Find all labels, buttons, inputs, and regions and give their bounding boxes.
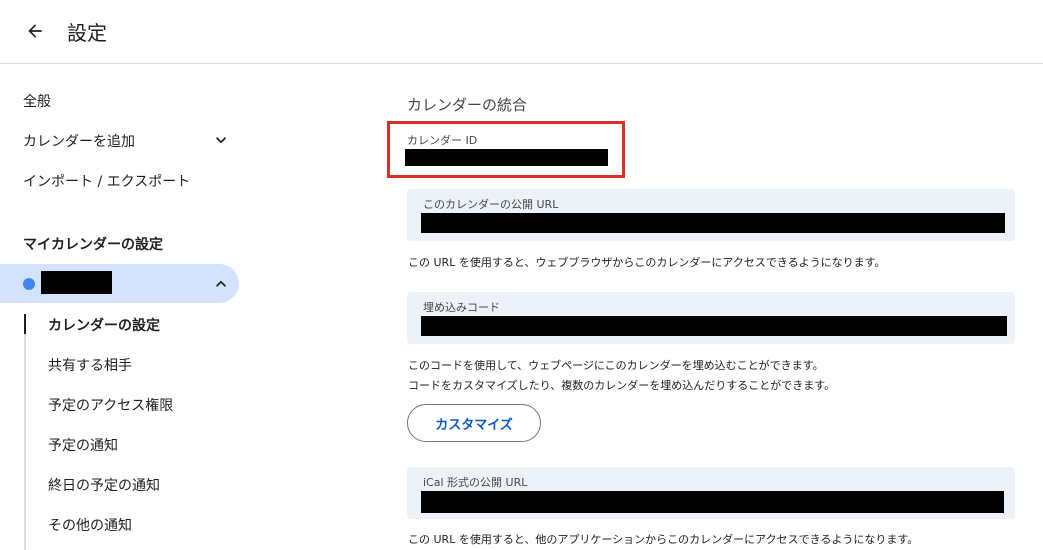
sidebar-item-add-calendar[interactable]: カレンダーを追加 [23, 131, 135, 151]
sidebar-subitem-share[interactable]: 共有する相手 [48, 355, 132, 375]
public-url-field[interactable]: このカレンダーの公開 URL [407, 189, 1015, 241]
chevron-up-icon[interactable] [211, 274, 231, 294]
sidebar-item-import-export[interactable]: インポート / エクスポート [23, 171, 190, 191]
my-calendars-heading: マイカレンダーの設定 [23, 237, 163, 253]
sidebar-subitem-event-notifications[interactable]: 予定の通知 [48, 435, 118, 455]
sidebar-item-calendar[interactable] [0, 264, 239, 303]
subnav-rail [24, 316, 26, 550]
redacted-calendar-name [41, 271, 112, 294]
ical-url-label: iCal 形式の公開 URL [423, 476, 528, 489]
integrate-calendar-section: カレンダーの統合 カレンダー ID このカレンダーの公開 URL この URL … [387, 64, 1043, 550]
redacted-calendar-id[interactable] [405, 149, 608, 166]
calendar-color-dot [23, 278, 35, 290]
ical-url-note: この URL を使用すると、他のアプリケーションからこのカレンダーにアクセスでき… [408, 533, 919, 546]
embed-code-field[interactable]: 埋め込みコード [407, 292, 1015, 344]
arrow-back-icon [28, 24, 42, 38]
section-title: カレンダーの統合 [407, 96, 528, 114]
public-url-note: この URL を使用すると、ウェブブラウザからこのカレンダーにアクセスできるよう… [408, 256, 886, 269]
customize-button[interactable]: カスタマイズ [407, 404, 541, 442]
sidebar-subitem-other-notifications[interactable]: その他の通知 [48, 515, 132, 535]
settings-sidebar: 全般 カレンダーを追加 インポート / エクスポート マイカレンダーの設定 カレ… [0, 64, 250, 550]
back-button[interactable] [18, 14, 52, 48]
redacted-ical-url [421, 491, 1004, 513]
sidebar-subitem-access[interactable]: 予定のアクセス権限 [48, 395, 173, 415]
redacted-public-url [421, 213, 1005, 233]
public-url-label: このカレンダーの公開 URL [423, 198, 559, 211]
embed-code-label: 埋め込みコード [423, 301, 500, 314]
subnav-active-indicator [24, 314, 26, 334]
chevron-down-icon[interactable] [211, 130, 231, 150]
sidebar-item-general[interactable]: 全般 [23, 91, 51, 111]
sidebar-subitem-calendar-settings[interactable]: カレンダーの設定 [48, 315, 160, 335]
ical-url-field[interactable]: iCal 形式の公開 URL [407, 467, 1015, 519]
embed-note-line1: このコードを使用して、ウェブページにこのカレンダーを埋め込むことができます。 [408, 359, 824, 372]
page-title: 設定 [67, 21, 107, 45]
calendar-id-label: カレンダー ID [407, 134, 478, 147]
embed-note-line2: コードをカスタマイズしたり、複数のカレンダーを埋め込んだりすることができます。 [408, 379, 836, 392]
redacted-embed-code [421, 316, 1007, 336]
top-bar: 設定 [0, 0, 1043, 64]
sidebar-subitem-allday-notifications[interactable]: 終日の予定の通知 [48, 475, 160, 495]
